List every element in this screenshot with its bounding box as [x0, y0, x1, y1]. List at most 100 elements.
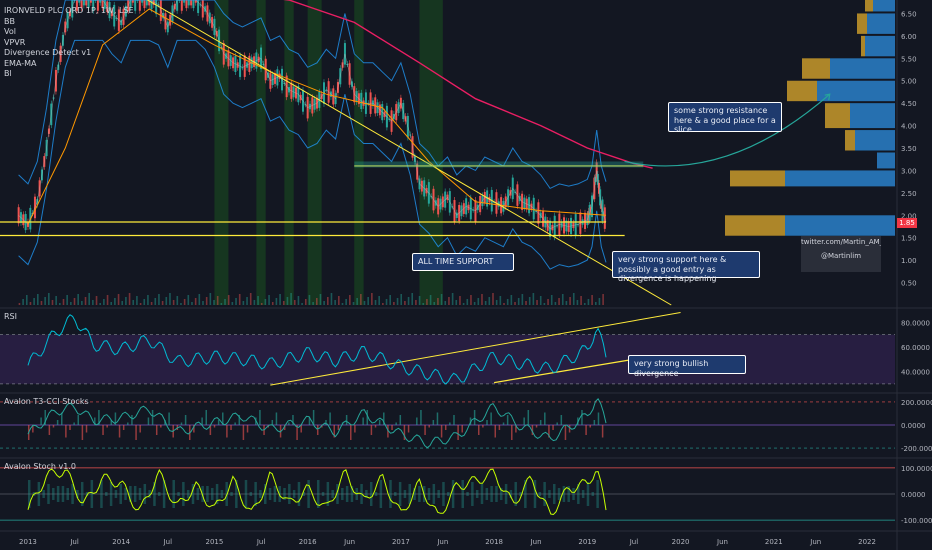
- volume-bar: [242, 301, 245, 305]
- volume-bar: [297, 296, 300, 305]
- t3-histogram-bar: [316, 425, 319, 435]
- volume-bar: [477, 298, 480, 305]
- stoch-area-bar: [61, 486, 65, 502]
- t3-histogram-bar: [155, 425, 158, 435]
- volume-bar: [125, 297, 127, 305]
- stoch-area-bar: [220, 490, 224, 498]
- t3-histogram-bar: [226, 425, 228, 438]
- volume-bar: [33, 298, 35, 305]
- vpvr-bar-down: [725, 215, 785, 236]
- volume-bar: [429, 295, 432, 305]
- price-tick-label: 3.50: [901, 145, 917, 153]
- volume-bar: [132, 300, 135, 305]
- x-axis-tick-label: 2021: [765, 538, 783, 546]
- stoch-area-bar: [273, 486, 277, 502]
- t3-histogram-bar: [271, 420, 274, 425]
- x-axis-tick-label: Jul: [256, 538, 266, 546]
- t3-histogram-bar: [230, 425, 232, 430]
- volume-bar: [304, 299, 307, 305]
- volume-bar: [319, 294, 322, 305]
- t3-histogram-bar: [139, 425, 141, 433]
- vpvr-bar-down: [857, 13, 867, 34]
- volume-bar: [382, 303, 384, 305]
- indicator-divergence[interactable]: Divergence Detect v1: [4, 48, 134, 59]
- stoch-area-bar: [341, 488, 344, 500]
- volume-bar: [202, 301, 204, 305]
- volume-bar: [503, 303, 505, 305]
- t3-histogram-bar: [416, 417, 418, 425]
- price-tick-label: 3.00: [901, 167, 917, 175]
- t3-histogram-bar: [544, 412, 546, 425]
- indicator-vol[interactable]: Vol: [4, 27, 134, 38]
- stoch-area-bar: [133, 486, 137, 502]
- all-time-support-annotation: ALL TIME SUPPORT: [412, 253, 514, 271]
- t3-histogram-bar: [420, 410, 422, 425]
- volume-bar: [59, 303, 61, 305]
- volume-bar: [92, 300, 94, 305]
- stoch-area-bar: [37, 482, 41, 506]
- t3-histogram-bar: [259, 410, 261, 425]
- volume-bar: [110, 302, 113, 305]
- osc-tick-label: -100.0000: [901, 517, 932, 525]
- stoch-area-bar: [244, 480, 248, 508]
- volume-bar: [249, 293, 252, 305]
- indicator-bb[interactable]: BB: [4, 17, 134, 28]
- x-axis-tick-label: Jun: [436, 538, 448, 546]
- t3-histogram-bar: [374, 425, 377, 428]
- volume-bar: [411, 293, 414, 305]
- price-tick-label: 5.50: [901, 55, 917, 63]
- volume-bar: [213, 300, 215, 305]
- stoch-area-bar: [47, 484, 50, 504]
- chart-legend: IRONVELD PLC ORD 1P, 1W, LSE BB Vol VPVR…: [4, 6, 134, 80]
- t3-histogram-bar: [40, 417, 42, 425]
- volume-bar: [136, 296, 138, 305]
- volume-bar: [209, 293, 212, 305]
- volume-bar: [77, 294, 79, 305]
- volume-bar: [598, 298, 601, 305]
- stoch-area-bar: [321, 492, 325, 496]
- volume-bar: [279, 294, 281, 305]
- volume-bar: [444, 301, 447, 305]
- t3-histogram-bar: [506, 415, 509, 425]
- volume-bar: [327, 297, 329, 305]
- indicator-bl[interactable]: Bl: [4, 69, 134, 80]
- twitter-handle: twitter.com/Martin_AM_77: [801, 238, 881, 246]
- t3-histogram-bar: [350, 425, 352, 440]
- stoch-area-bar: [186, 490, 190, 498]
- indicator-vpvr[interactable]: VPVR: [4, 38, 134, 49]
- volume-bar: [591, 295, 593, 305]
- t3-histogram-bar: [568, 425, 571, 433]
- t3-histogram-bar: [581, 410, 583, 425]
- price-candle: [201, 0, 204, 18]
- t3-histogram-bar: [391, 425, 393, 430]
- symbol-title: IRONVELD PLC ORD 1P, 1W, LSE: [4, 6, 134, 15]
- t3-histogram-bar: [407, 425, 410, 433]
- stoch-area-bar: [114, 490, 118, 498]
- vpvr-bar-up: [830, 58, 895, 79]
- indicator-ema-ma[interactable]: EMA-MA: [4, 59, 134, 70]
- volume-bar: [547, 299, 549, 305]
- stoch-area-bar: [543, 482, 546, 506]
- volume-bar: [561, 294, 564, 305]
- volume-bar: [231, 302, 234, 305]
- volume-bar: [205, 297, 208, 305]
- volume-bar: [264, 299, 267, 305]
- volume-bar: [451, 293, 454, 305]
- x-axis-tick-label: Jul: [629, 538, 639, 546]
- t3-histogram-bar: [440, 425, 443, 438]
- price-tick-label: 6.50: [901, 10, 917, 18]
- stoch-area-bar: [379, 480, 383, 508]
- price-candle: [85, 0, 88, 6]
- volume-bar: [293, 300, 296, 305]
- volume-bar: [356, 298, 358, 305]
- t3-histogram-bar: [370, 425, 373, 435]
- volume-bar: [81, 301, 83, 305]
- t3-histogram-bar: [127, 422, 129, 425]
- volume-bar: [583, 303, 586, 305]
- vpvr-bar-down: [787, 80, 817, 102]
- chart-canvas[interactable]: 6.506.005.505.004.504.003.503.002.502.00…: [0, 0, 932, 550]
- stoch-area-bar: [109, 482, 113, 506]
- volume-bar: [510, 295, 513, 305]
- volume-bar: [448, 297, 450, 305]
- vpvr-bar-up: [865, 35, 895, 57]
